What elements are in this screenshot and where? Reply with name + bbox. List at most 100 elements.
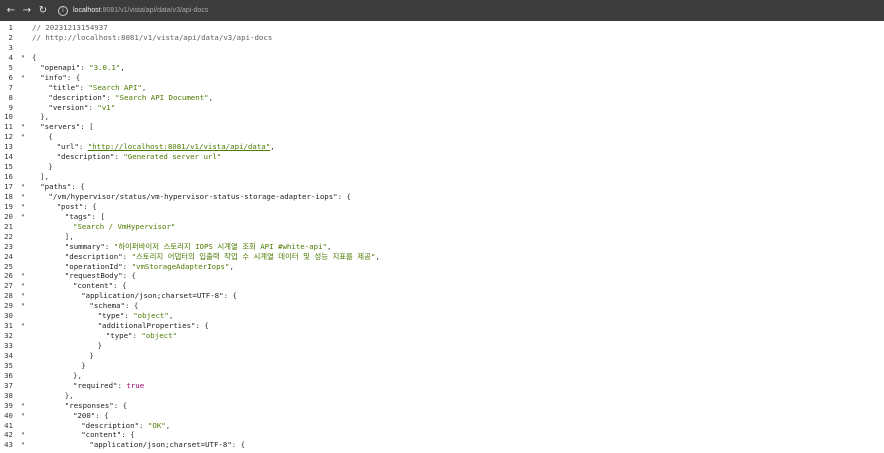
code-token: : { — [66, 72, 81, 82]
line-number: 16 — [4, 172, 13, 182]
line-number: 42 — [4, 430, 13, 440]
code-token: "responses" — [64, 400, 114, 410]
code-line: 2 // http://localhost:8081/v1/vista/api/d… — [0, 33, 884, 43]
code-line: 19 ▾ "post": { — [0, 202, 884, 212]
fold-toggle-icon[interactable]: ▾ — [20, 301, 26, 311]
fold-toggle-icon[interactable]: ▾ — [20, 212, 26, 222]
code-line: 33} — [0, 341, 884, 351]
fold-toggle-icon[interactable]: ▾ — [20, 291, 26, 301]
line-number: 36 — [4, 370, 13, 380]
code-line: 25 "operationId": "vmStorageAdapterIops", — [0, 262, 884, 272]
code-text: "schema": { — [32, 301, 138, 311]
fold-toggle-icon[interactable]: ▾ — [20, 401, 26, 411]
code-token: "하이퍼바이저 스토리지 IOPS 시계열 조회 API #white-api" — [113, 241, 327, 251]
code-line: 8 "description": "Search API Document", — [0, 93, 884, 103]
line-number: 9 — [8, 102, 13, 112]
code-token: true — [126, 380, 145, 390]
line-number: 32 — [4, 331, 13, 341]
url-path: :8081/v1/vista/api/data/v3/api-docs — [100, 7, 209, 14]
line-number: 11 — [4, 122, 13, 132]
code-line: 11 ▾ "servers": [ — [0, 122, 884, 132]
code-token: "application/json;charset=UTF-8" — [89, 440, 232, 450]
code-text: "responses": { — [32, 401, 127, 411]
code-text: "application/json;charset=UTF-8": { — [32, 440, 245, 450]
code-text: { — [32, 53, 36, 63]
code-line: 28 ▾ "application/json;charset=UTF-8": { — [0, 291, 884, 301]
code-token: } — [97, 341, 103, 350]
fold-toggle-icon[interactable]: ▾ — [20, 321, 26, 331]
reload-icon[interactable]: ↻ — [36, 4, 50, 18]
code-line: 9 "version": "v1" — [0, 103, 884, 113]
code-token: "required" — [73, 380, 118, 390]
code-token: "vmStorageAdapterIops" — [131, 261, 230, 271]
code-line: 16], — [0, 172, 884, 182]
code-line: 1 // 20231213154937 — [0, 23, 884, 33]
address-bar[interactable]: i localhost:8081/v1/vista/api/data/v3/ap… — [58, 3, 358, 18]
code-token: "type" — [97, 311, 125, 321]
code-token: "3.0.1" — [89, 62, 121, 72]
code-token: "200" — [73, 410, 96, 420]
line-number: 23 — [4, 241, 13, 251]
line-number: 5 — [8, 62, 13, 72]
code-token: , — [168, 311, 174, 321]
code-text: ], — [32, 232, 74, 242]
fold-toggle-icon[interactable]: ▾ — [20, 182, 26, 192]
code-text: "openapi": "3.0.1", — [32, 63, 125, 73]
fold-toggle-icon[interactable]: ▾ — [20, 271, 26, 281]
fold-toggle-icon[interactable]: ▾ — [20, 122, 26, 132]
code-line: 24 "description": "스토리지 어댑터의 입출력 작업 수 시계열… — [0, 252, 884, 262]
code-token: : { — [83, 201, 97, 211]
code-token: : — [80, 62, 90, 72]
fold-toggle-icon[interactable]: ▾ — [20, 202, 26, 212]
line-number: 19 — [4, 201, 13, 211]
line-number: 27 — [4, 281, 13, 291]
code-text: "type": "object", — [32, 311, 174, 321]
fold-toggle-icon[interactable]: ▾ — [20, 411, 26, 421]
code-token: "schema" — [89, 301, 125, 311]
code-token: "description" — [81, 420, 140, 430]
code-token: // 20231213154937 — [32, 23, 108, 32]
code-token: "description" — [56, 152, 115, 162]
code-token: : { — [113, 400, 128, 410]
code-line: 42 ▾ "content": { — [0, 430, 884, 440]
line-number: 17 — [4, 182, 13, 191]
forward-arrow-icon[interactable]: → — [20, 4, 34, 18]
code-text: "version": "v1" — [32, 103, 115, 113]
site-info-icon[interactable]: i — [58, 5, 68, 16]
fold-toggle-icon[interactable]: ▾ — [20, 53, 26, 63]
code-text: // http://localhost:8081/v1/vista/api/da… — [32, 33, 272, 43]
back-arrow-icon[interactable]: ← — [4, 4, 18, 18]
code-line: 18 ▾ "/vm/hypervisor/status/vm-hypervisor-… — [0, 192, 884, 202]
line-number: 12 — [4, 132, 13, 142]
line-number: 2 — [8, 32, 13, 42]
fold-toggle-icon[interactable]: ▾ — [20, 430, 26, 440]
code-token: : — [124, 311, 134, 321]
fold-toggle-icon[interactable]: ▾ — [20, 132, 26, 142]
line-number: 28 — [4, 291, 13, 301]
fold-toggle-icon[interactable]: ▾ — [20, 440, 26, 450]
code-text: "url": "http://localhost:8081/v1/vista/a… — [32, 142, 275, 152]
server-url-link[interactable]: "http://localhost:8081/v1/vista/api/data… — [88, 142, 270, 151]
line-number: 1 — [8, 23, 13, 32]
line-number: 8 — [8, 92, 13, 102]
code-text: "post": { — [32, 202, 97, 212]
fold-toggle-icon[interactable]: ▾ — [20, 73, 26, 83]
code-text: "summary": "하이퍼바이저 스토리지 IOPS 시계열 조회 API … — [32, 241, 332, 252]
url-host: localhost — [73, 7, 101, 14]
code-token: : — [88, 102, 98, 112]
code-line: 26 ▾ "requestBody": { — [0, 271, 884, 281]
code-token: "info" — [40, 72, 67, 82]
code-token: : { — [223, 291, 237, 301]
code-line: 30 "type": "object", — [0, 311, 884, 321]
code-token: : [ — [80, 122, 94, 132]
code-line: 15} — [0, 162, 884, 172]
code-token: : — [106, 92, 116, 102]
code-token: : { — [113, 281, 127, 291]
fold-toggle-icon[interactable]: ▾ — [20, 192, 26, 202]
fold-toggle-icon[interactable]: ▾ — [20, 281, 26, 291]
code-token: { — [32, 52, 37, 62]
code-token: }, — [64, 390, 74, 400]
code-text: "description": "스토리지 어댑터의 입출력 작업 수 시계열 데… — [32, 252, 380, 262]
code-line: 38}, — [0, 391, 884, 401]
code-token: { — [48, 132, 53, 142]
